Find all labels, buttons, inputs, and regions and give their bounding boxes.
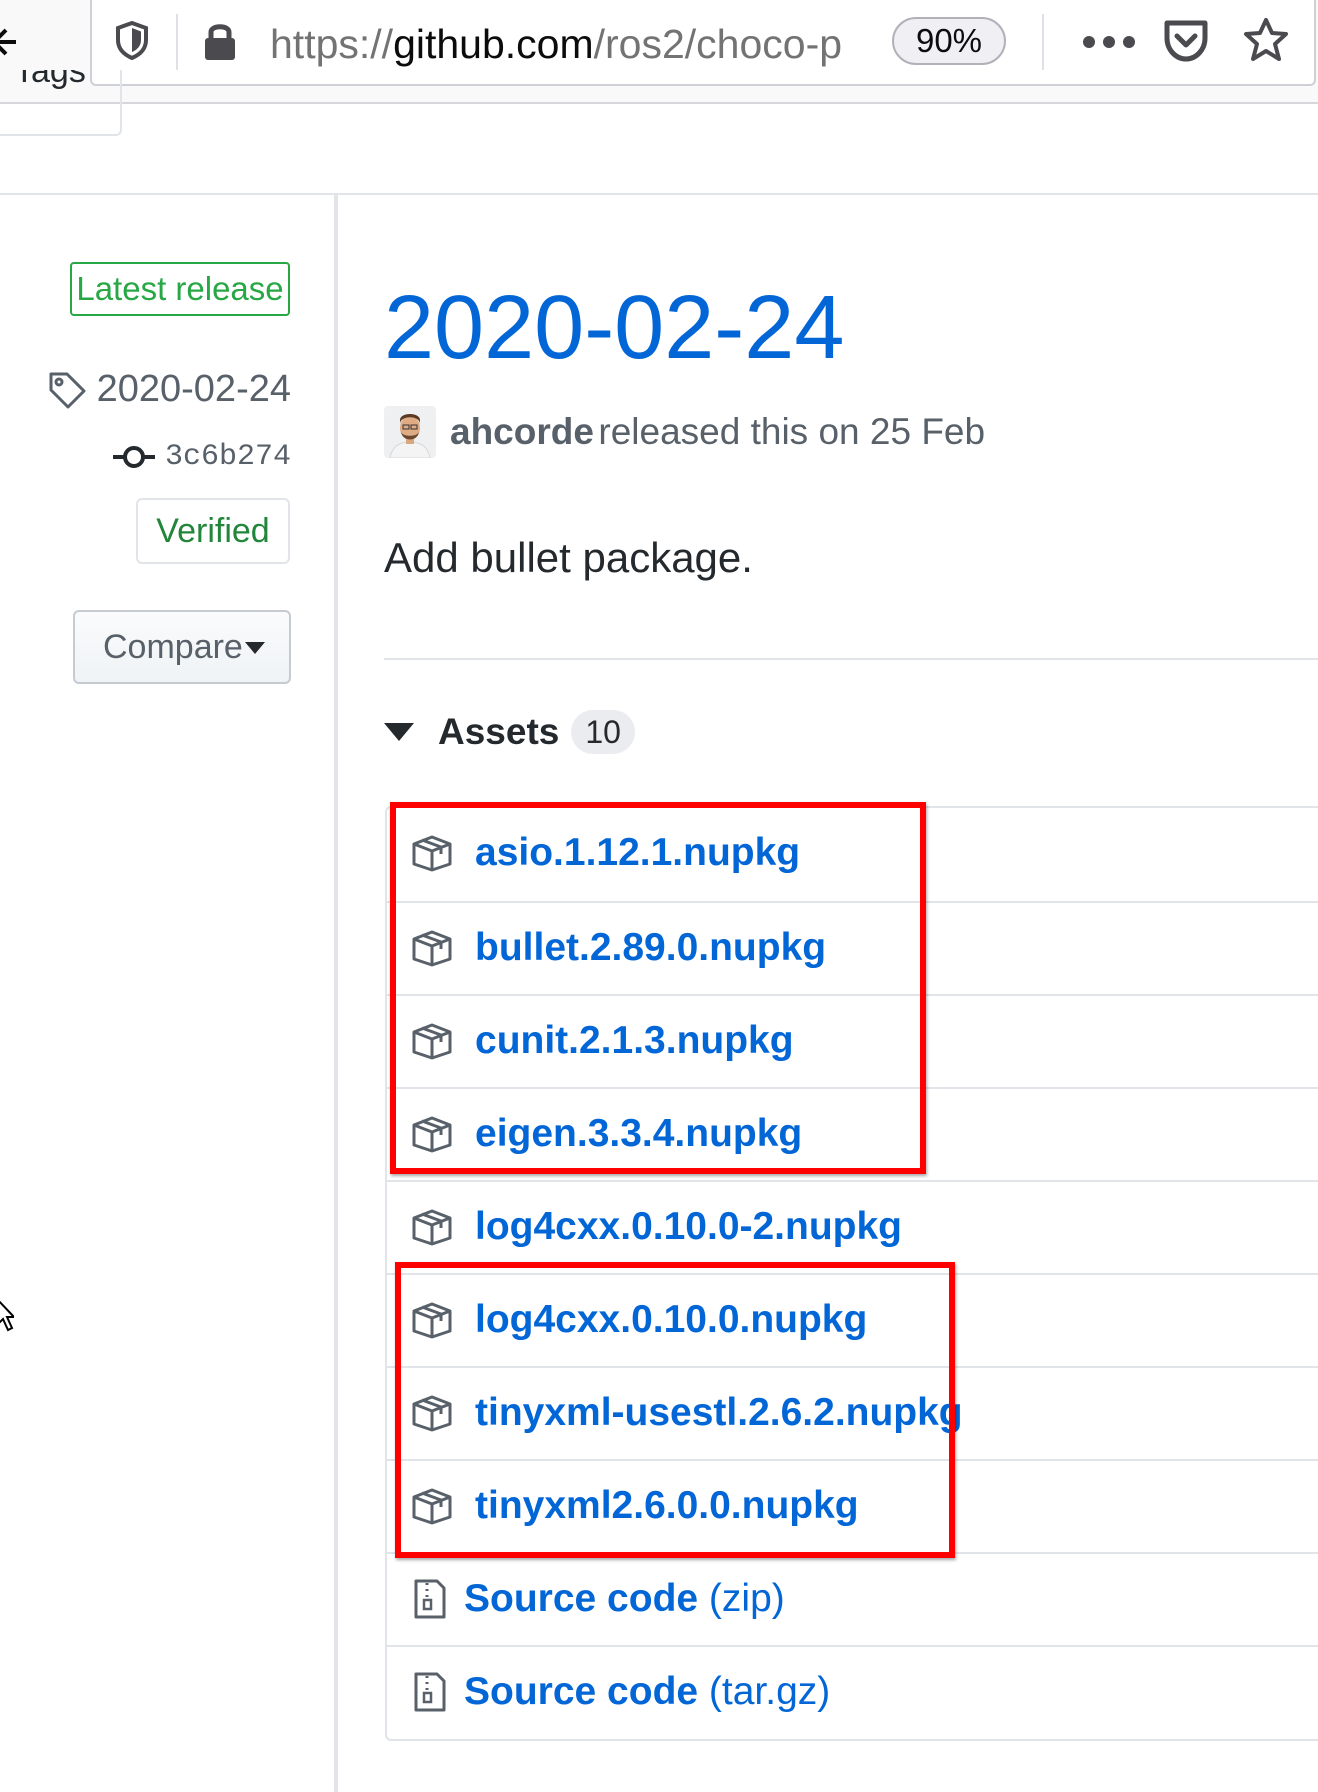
page-divider <box>0 193 1318 195</box>
bookmark-star-icon[interactable] <box>1242 16 1290 64</box>
compare-button[interactable]: Compare <box>73 610 291 684</box>
shield-icon[interactable] <box>114 20 150 60</box>
release-tag[interactable]: 2020-02-24 <box>47 368 291 418</box>
list-item: Source code (zip) <box>387 1552 1318 1645</box>
latest-release-badge: Latest release <box>70 262 290 316</box>
commit-icon <box>112 446 155 468</box>
source-code-targz-link[interactable]: Source code (tar.gz) <box>464 1665 830 1719</box>
source-code-zip-link[interactable]: Source code (zip) <box>464 1572 785 1626</box>
release-tag-label: 2020-02-24 <box>96 368 291 410</box>
assets-label: Assets <box>438 711 560 752</box>
toolbar-separator <box>176 14 178 70</box>
assets-count-badge: 10 <box>571 710 635 754</box>
triangle-down-icon <box>384 723 414 741</box>
file-zip-icon <box>414 1579 446 1619</box>
asset-link[interactable]: log4cxx.0.10.0-2.nupkg <box>475 1200 902 1254</box>
compare-button-label: Compare <box>103 628 243 666</box>
toolbar-separator <box>1042 14 1044 70</box>
browser-toolbar: https://github.com/ros2/choco-p 90% <box>0 0 1318 104</box>
commit-sha: 3c6b274 <box>164 440 291 474</box>
zoom-level-button[interactable]: 90% <box>892 17 1006 65</box>
list-item: log4cxx.0.10.0-2.nupkg <box>387 1180 1318 1273</box>
tab-tags-label: Tags <box>14 70 86 90</box>
release-author[interactable]: ahcorde <box>450 411 594 452</box>
release-byline: ahcorde released this on 25 Feb <box>384 406 985 462</box>
verified-badge[interactable]: Verified <box>136 498 290 564</box>
caret-down-icon <box>245 642 265 654</box>
package-icon <box>412 1209 452 1246</box>
assets-toggle[interactable]: Assets 10 <box>384 710 635 766</box>
pocket-icon[interactable] <box>1162 18 1210 64</box>
list-item: Source code (tar.gz) <box>387 1645 1318 1738</box>
file-zip-icon <box>414 1672 446 1712</box>
avatar[interactable] <box>384 406 436 458</box>
highlight-box <box>395 1262 955 1558</box>
release-title[interactable]: 2020-02-24 <box>384 278 844 378</box>
url-text[interactable]: https://github.com/ros2/choco-p <box>270 16 960 72</box>
release-description: Add bullet package. <box>384 534 753 581</box>
highlight-box <box>390 802 926 1174</box>
cursor-icon <box>0 1300 14 1332</box>
release-timeline-border <box>334 193 338 1792</box>
lock-icon[interactable] <box>202 20 238 62</box>
tag-icon <box>49 372 86 408</box>
back-arrow-icon[interactable] <box>0 22 16 62</box>
tab-tags[interactable]: Tags <box>0 70 122 136</box>
more-icon[interactable] <box>1080 32 1138 52</box>
url-bar[interactable]: https://github.com/ros2/choco-p 90% <box>90 0 1316 86</box>
release-date-text: released this on 25 Feb <box>598 411 986 452</box>
description-divider <box>384 658 1318 660</box>
release-commit[interactable]: 3c6b274 <box>112 440 291 484</box>
